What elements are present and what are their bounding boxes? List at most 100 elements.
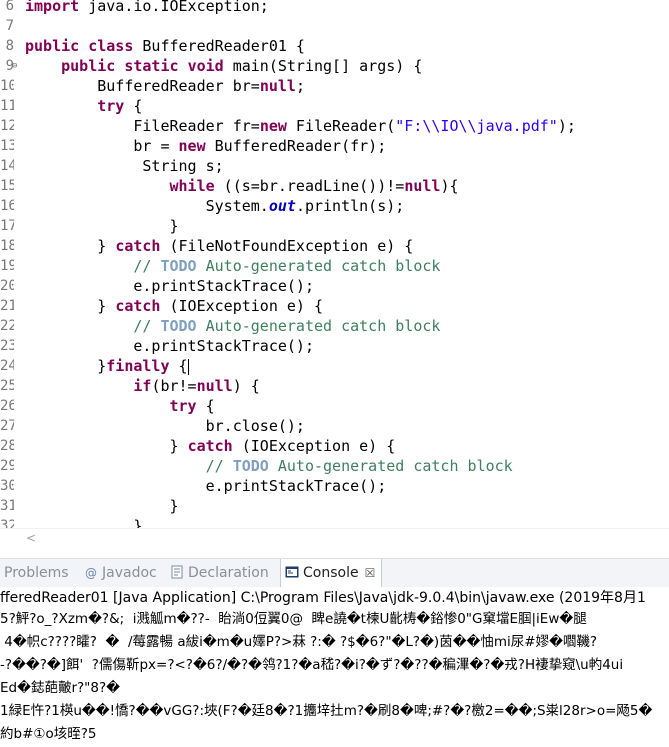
line-number: 32 (0, 518, 14, 528)
token-kw: if (133, 377, 152, 395)
code-text: } catch (IOException e) { (25, 436, 395, 456)
token: e.printStackTrace(); (25, 337, 314, 355)
code-line[interactable]: 22 // TODO Auto-generated catch block (0, 316, 669, 336)
code-text: public class BufferedReader01 { (25, 36, 305, 56)
code-line[interactable]: 12 FileReader fr=new FileReader("F:\\IO\… (0, 116, 669, 136)
token-kw: finally (106, 357, 170, 375)
line-number: 16 (0, 198, 14, 214)
token-str: "F:\\IO\\java.pdf" (395, 117, 558, 135)
console-output-line: 約b#①o垓晊?5 (0, 726, 97, 742)
code-line[interactable]: 23 e.printStackTrace(); (0, 336, 669, 356)
token-cm: // (133, 317, 161, 335)
line-number: 10 (0, 78, 14, 94)
code-line[interactable]: 6 import java.io.IOException; (0, 0, 669, 16)
view-splitter[interactable] (0, 548, 669, 558)
code-line[interactable]: 9 ⊖ public static void main(String[] args… (0, 56, 669, 76)
token: } (25, 237, 116, 255)
token-kw: null (259, 77, 296, 95)
console-output-line: Ed�鋕葩皾r?"8?� (0, 680, 120, 696)
scroll-left-arrow-icon[interactable]: < (26, 531, 36, 545)
code-line[interactable]: 29 // TODO Auto-generated catch block (0, 456, 669, 476)
close-icon[interactable]: ☒ (365, 566, 376, 580)
code-line[interactable]: 31 } (0, 496, 669, 516)
line-number: 26 (0, 398, 14, 414)
code-line[interactable]: 21 } catch (IOException e) { (0, 296, 669, 316)
token: ((s=br.readLine())!= (214, 177, 405, 195)
token: BufferedReader(fr); (205, 137, 387, 155)
token-kw: null (196, 377, 233, 395)
token: br = (25, 137, 179, 155)
code-line[interactable]: 18 } catch (FileNotFoundException e) { (0, 236, 669, 256)
code-text: try { (25, 96, 142, 116)
token-kw: try (169, 397, 197, 415)
code-line[interactable]: 30 e.printStackTrace(); (0, 476, 669, 496)
code-line[interactable]: 11 try { (0, 96, 669, 116)
token: FileReader fr= (25, 117, 260, 135)
tab-console-label: Console (303, 565, 359, 581)
token: .println(s); (295, 197, 405, 215)
code-line[interactable]: 20 e.printStackTrace(); (0, 276, 669, 296)
line-number: 29 (0, 458, 14, 474)
token-cm: Auto-generated catch block (268, 457, 513, 475)
console-output[interactable]: fferedReader01 [Java Application] C:\Pro… (0, 587, 669, 747)
token-kw: class (88, 37, 134, 55)
code-text: public static void main(String[] args) { (25, 56, 422, 76)
fold-toggle-icon[interactable]: ⊖ (12, 56, 17, 76)
token: } (25, 437, 188, 455)
code-line[interactable]: 15 while ((s=br.readLine())!=null){ (0, 176, 669, 196)
code-line[interactable]: 14 String s; (0, 156, 669, 176)
code-line[interactable]: 10 BufferedReader br=null; (0, 76, 669, 96)
tab-console[interactable]: Console ☒ (280, 559, 383, 588)
code-text: e.printStackTrace(); (25, 336, 314, 356)
code-line[interactable]: 17 } (0, 216, 669, 236)
line-number: 6 (5, 0, 14, 14)
token-kw: null (404, 177, 441, 195)
code-line[interactable]: 25 if(br!=null) { (0, 376, 669, 396)
token-cm: Auto-generated catch block (196, 257, 441, 275)
console-output-line: 5?鮃?o_?Xzm�?&; i溅觚m�??- 眙淌0侸翼0@ 睥e譊�t楝U齔… (0, 611, 587, 627)
code-line[interactable]: 27 br.close(); (0, 416, 669, 436)
token-kw: try (97, 97, 125, 115)
token: { (169, 357, 188, 375)
code-line[interactable]: 13 br = new BufferedReader(fr); (0, 136, 669, 156)
token: BufferedReader01 { (133, 37, 305, 55)
console-output-line: 4�帜c????矐? � /莓露暢 a紱i�m�u嬕P?>菻 ?:� ?$�6?… (0, 634, 598, 650)
code-editor[interactable]: 6 import java.io.IOException; 7 8 public cla… (0, 0, 669, 528)
line-number: 31 (0, 498, 14, 514)
token: { (196, 397, 215, 415)
code-line[interactable]: 8 public class BufferedReader01 { (0, 36, 669, 56)
code-text: import java.io.IOException; (25, 0, 269, 16)
token: } (25, 357, 107, 375)
horizontal-scrollbar[interactable]: < (0, 528, 669, 549)
code-line[interactable]: 19 // TODO Auto-generated catch block (0, 256, 669, 276)
token: System. (25, 197, 269, 215)
line-number: 30 (0, 478, 14, 494)
token-kw: catch (115, 237, 161, 255)
line-number: 25 (0, 378, 14, 394)
token-cm: // (133, 257, 161, 275)
tab-javadoc[interactable]: @ Javadoc (84, 559, 157, 587)
code-line[interactable]: 26 try { (0, 396, 669, 416)
token: main(String[] args) { (223, 57, 423, 75)
line-number: 28 (0, 438, 14, 454)
token: ) { (232, 377, 260, 395)
tab-declaration[interactable]: Declaration (170, 559, 269, 587)
code-line[interactable]: 24 }finally { (0, 356, 669, 376)
line-number: 14 (0, 158, 14, 174)
code-line[interactable]: 16 System.out.println(s); (0, 196, 669, 216)
console-output-line: -?��?�]餌' ?儒傷靳px=?<?�6?/�?�鸰?1?�a嵇?�i?�ず… (0, 657, 624, 673)
line-number: 19 (0, 258, 14, 274)
token: } (25, 217, 179, 235)
token-kw: while (169, 177, 215, 195)
code-line[interactable]: 28 } catch (IOException e) { (0, 436, 669, 456)
tab-problems[interactable]: Problems (4, 559, 69, 587)
code-line[interactable]: 32 } (0, 516, 669, 528)
code-line[interactable]: 7 (0, 16, 669, 36)
token: br.close(); (25, 417, 305, 435)
token-fld: out (268, 197, 296, 215)
